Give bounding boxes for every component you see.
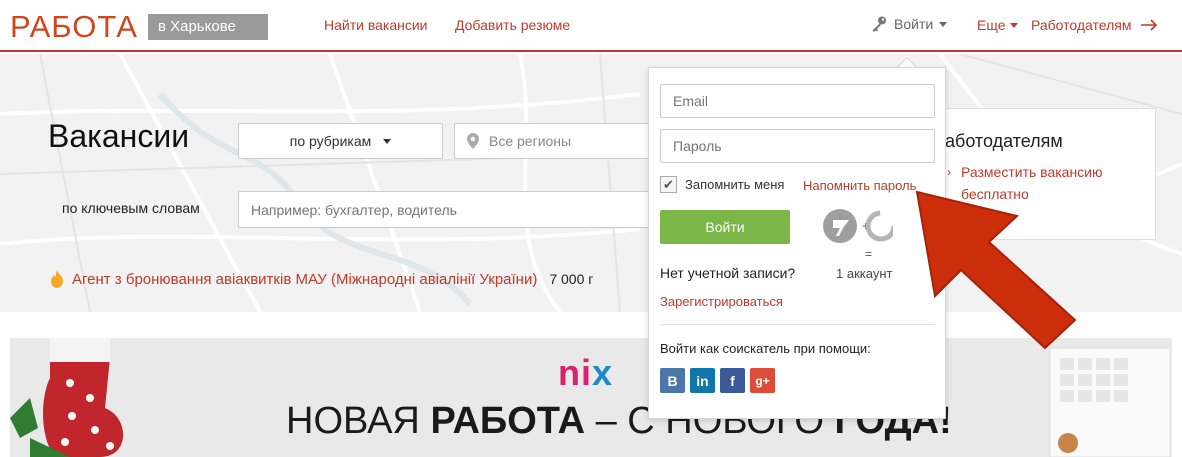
chevron-down-icon <box>939 21 948 27</box>
email-field[interactable] <box>660 84 935 118</box>
vk-icon[interactable]: В <box>660 368 685 393</box>
hot-vacancy-salary: 7 000 г <box>549 271 594 287</box>
arrow-right-icon <box>1140 19 1157 31</box>
rubric-select-value: по рубрикам <box>289 133 372 149</box>
login-button[interactable]: Войти <box>660 210 790 244</box>
chevron-right-icon: › <box>947 165 951 179</box>
nav-add-resume[interactable]: Добавить резюме <box>455 17 570 33</box>
employers-label: Работодателям <box>1031 17 1132 33</box>
region-select-value: Все регионы <box>489 133 572 149</box>
account-merge-icon: + = <box>823 209 893 261</box>
keyword-label: по ключевым словам <box>62 200 200 216</box>
annotation-arrow <box>915 190 1077 350</box>
rubric-select[interactable]: по рубрикам <box>238 123 443 159</box>
one-account-text: 1 аккаунт <box>836 266 893 281</box>
social-login-label: Войти как соискатель при помощи: <box>660 341 871 356</box>
facebook-icon[interactable]: f <box>720 368 745 393</box>
region-select[interactable]: Все регионы <box>454 123 654 159</box>
svg-text:=: = <box>865 247 872 261</box>
remember-me[interactable]: ✔ Запомнить меня <box>660 176 784 193</box>
no-account-text: Нет учетной записи? <box>660 265 796 281</box>
remember-me-label: Запомнить меня <box>685 177 785 192</box>
forgot-password-link[interactable]: Напомнить пароль <box>803 178 916 193</box>
password-field[interactable] <box>660 129 935 163</box>
site-logo[interactable]: РАБОТА в Харькове <box>10 9 268 45</box>
login-toggle[interactable]: Войти <box>870 15 948 33</box>
page-title: Вакансии <box>48 118 190 154</box>
top-header: РАБОТА в Харькове Найти вакансии Добавит… <box>0 0 1182 52</box>
nix-logo: nix <box>558 352 614 393</box>
linkedin-icon[interactable]: in <box>690 368 715 393</box>
keyword-input[interactable] <box>238 191 658 228</box>
more-menu[interactable]: Еще <box>977 17 1018 33</box>
key-icon <box>872 16 886 32</box>
employers-link[interactable]: Работодателям <box>1031 17 1158 33</box>
hot-vacancy[interactable]: Агент з бронювання авіаквитків МАУ (Міжн… <box>50 270 593 288</box>
location-pin-icon <box>467 133 479 149</box>
christmas-stocking-image <box>10 338 124 457</box>
logo-city-badge: в Харькове <box>147 14 268 40</box>
promo-banner[interactable]: nix НОВАЯ РАБОТА – С НОВОГО ГОДА! <box>10 338 1172 457</box>
login-dropdown: ✔ Запомнить меня Напомнить пароль Войти … <box>648 67 946 419</box>
employers-card-title: аботодателям <box>945 131 1063 151</box>
register-link[interactable]: Зарегистрироваться <box>660 294 783 309</box>
remember-me-checkbox[interactable]: ✔ <box>660 176 677 193</box>
fire-icon <box>51 270 63 288</box>
google-plus-icon[interactable]: g+ <box>750 368 775 393</box>
social-buttons: В in f g+ <box>660 368 775 393</box>
keyboard-image <box>1049 347 1170 457</box>
nav-find-jobs[interactable]: Найти вакансии <box>324 17 428 33</box>
chevron-down-icon <box>1009 22 1018 28</box>
logo-text: РАБОТА <box>10 9 138 44</box>
more-label: Еще <box>977 17 1006 33</box>
login-label: Войти <box>894 16 934 32</box>
hot-vacancy-title[interactable]: Агент з бронювання авіаквитків МАУ (Міжн… <box>72 271 537 288</box>
chevron-down-icon <box>383 138 392 144</box>
divider <box>660 324 935 325</box>
